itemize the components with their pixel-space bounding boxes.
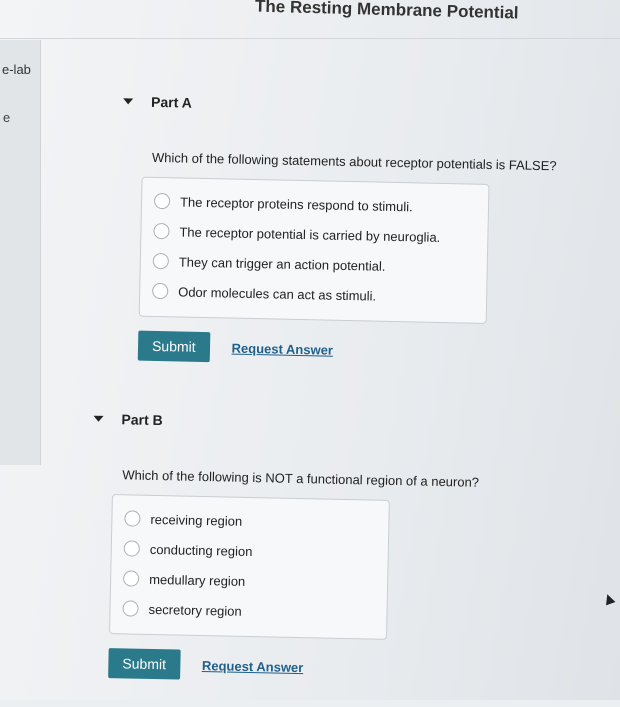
caret-down-icon[interactable] (123, 98, 134, 105)
option-label: They can trigger an action potential. (178, 253, 386, 274)
option-label: The receptor potential is carried by neu… (179, 223, 441, 245)
request-answer-link[interactable]: Request Answer (202, 658, 304, 675)
main-content: Part A Which of the following statements… (0, 0, 620, 707)
part-a-label: Part A (150, 93, 193, 111)
radio-button[interactable] (153, 192, 171, 210)
part-b-question: Which of the following is NOT a function… (122, 467, 480, 490)
part-b-section: Part B Which of the following is NOT a f… (88, 411, 553, 688)
caret-down-icon[interactable] (93, 415, 104, 422)
option-label: medullary region (149, 571, 246, 589)
option-label: conducting region (149, 541, 253, 559)
radio-button[interactable] (153, 222, 170, 240)
option-label: Odor molecules can act as stimuli. (178, 283, 377, 304)
radio-button[interactable] (152, 252, 169, 270)
answer-option[interactable]: secretory region (122, 593, 375, 628)
answer-option[interactable]: Odor molecules can act as stimuli. (152, 276, 475, 313)
part-b-actions: Submit Request Answer (108, 648, 549, 687)
radio-button[interactable] (122, 600, 139, 617)
part-a-options: The receptor proteins respond to stimuli… (138, 176, 490, 324)
part-a-actions: Submit Request Answer (137, 330, 579, 370)
part-a-question: Which of the following statements about … (151, 149, 557, 174)
part-b-label: Part B (121, 411, 163, 429)
radio-button[interactable] (152, 282, 169, 300)
part-b-options: receiving region conducting region medul… (109, 494, 390, 640)
submit-button[interactable]: Submit (137, 330, 210, 363)
radio-button[interactable] (124, 510, 141, 527)
part-a-header[interactable]: Part A (123, 93, 583, 119)
option-label: secretory region (148, 601, 242, 619)
part-b-header[interactable]: Part B (93, 411, 553, 437)
part-a-section: Part A Which of the following statements… (118, 93, 583, 370)
option-label: receiving region (150, 511, 243, 529)
submit-button[interactable]: Submit (108, 648, 181, 680)
radio-button[interactable] (123, 570, 140, 587)
request-answer-link[interactable]: Request Answer (231, 340, 333, 357)
radio-button[interactable] (123, 540, 140, 557)
option-label: The receptor proteins respond to stimuli… (179, 193, 413, 214)
